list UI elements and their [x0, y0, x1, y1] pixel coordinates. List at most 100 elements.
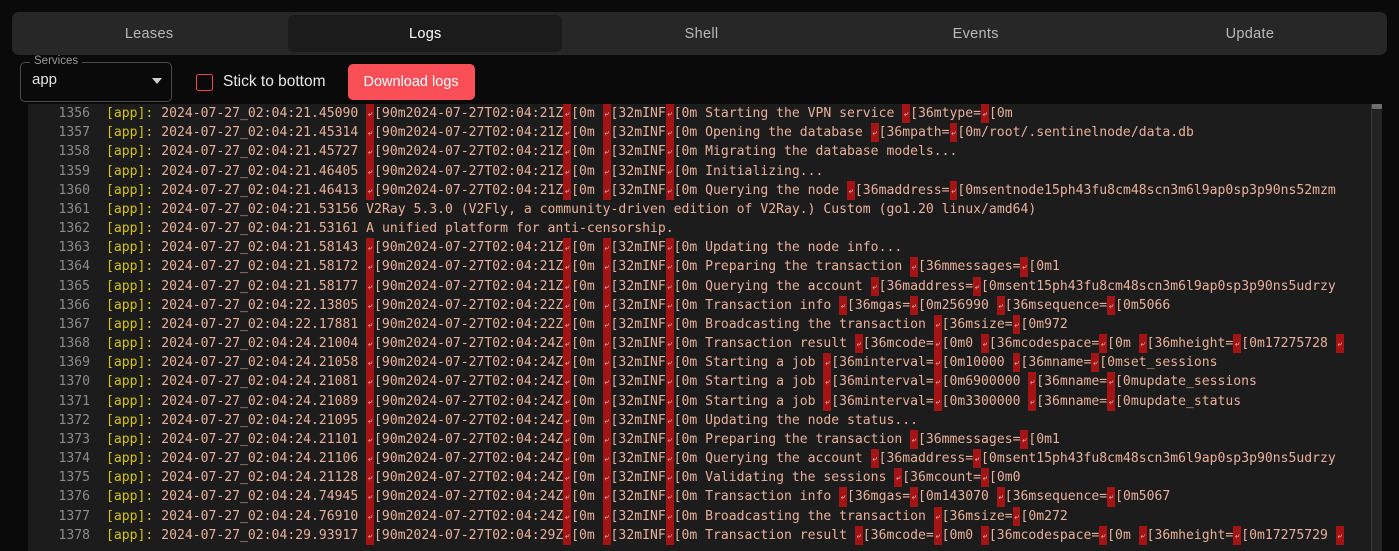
escape-char-glyph: ⤶: [563, 353, 572, 373]
escape-char-glyph: ⤶: [602, 334, 611, 354]
log-line: 1368 [app]: 2024-07-27_02:04:24.21004 ⤶ [9…: [28, 334, 1382, 354]
log-timestamp: 2024-07-27_02:04:21.53156: [153, 201, 367, 217]
services-select-label: Services: [30, 55, 83, 68]
escape-char-glyph: ⤶: [665, 429, 674, 450]
escape-char-glyph: ⤶: [823, 372, 832, 392]
escape-char-glyph: ⤶: [602, 123, 611, 143]
services-select[interactable]: Services app: [20, 55, 172, 102]
log-line: 1360 [app]: 2024-07-27_02:04:21.46413 ⤶ [9…: [28, 180, 1382, 200]
log-source-tag: [app]:: [106, 106, 154, 121]
escape-char-glyph: ⤶: [563, 410, 572, 430]
log-output-panel[interactable]: 1356 [app]: 2024-07-27_02:04:21.45090 ⤶ [9…: [28, 104, 1382, 551]
log-line-number: 1357: [58, 125, 90, 141]
escape-char-glyph: ⤶: [665, 142, 674, 162]
tab-shell[interactable]: Shell: [564, 15, 838, 52]
escape-char-glyph: ⤶: [602, 257, 611, 277]
chevron-down-icon[interactable]: [152, 78, 162, 84]
escape-char-glyph: ⤶: [1012, 506, 1021, 526]
escape-char-glyph: ⤶: [933, 353, 942, 373]
escape-char-glyph: ⤶: [665, 314, 674, 335]
log-message: ⤶ [90m2024-07-27T02:04:21Z ⤶ [0m ⤶ [32mINF ⤶[…: [366, 142, 957, 162]
log-timestamp: 2024-07-27_02:04:24.21128: [153, 470, 367, 486]
escape-char-glyph: ⤶: [602, 410, 611, 430]
log-line: 1362 [app]: 2024-07-27_02:04:21.53161 A u…: [28, 219, 1382, 238]
escape-char-glyph: ⤶: [973, 449, 982, 469]
log-line-number: 1364: [58, 259, 90, 275]
log-source-tag: [app]:: [106, 431, 154, 447]
log-line: 1375 [app]: 2024-07-27_02:04:24.21128 ⤶ [9…: [28, 468, 1382, 488]
stick-to-bottom-toggle[interactable]: Stick to bottom: [196, 73, 326, 91]
escape-char-glyph: ⤶: [602, 449, 611, 469]
log-message: ⤶ [90m2024-07-27T02:04:21Z ⤶ [0m ⤶ [32mINF ⤶[…: [366, 257, 1060, 277]
escape-char-glyph: ⤶: [902, 104, 911, 124]
log-line: 1376 [app]: 2024-07-27_02:04:24.74945 ⤶ [9…: [28, 487, 1382, 507]
escape-char-glyph: ⤶: [1099, 525, 1108, 545]
log-line-number: 1361: [58, 201, 90, 217]
log-timestamp: 2024-07-27_02:04:24.21058: [153, 355, 367, 371]
log-source-tag: [app]:: [106, 278, 154, 294]
escape-char-glyph: ⤶: [366, 391, 375, 411]
escape-char-glyph: ⤶: [602, 391, 611, 411]
log-line-number: 1363: [58, 240, 90, 256]
log-line-number: 1367: [58, 316, 90, 332]
escape-char-glyph: ⤶: [665, 372, 674, 392]
log-scrollbar-thumb[interactable]: [1372, 104, 1382, 109]
escape-char-glyph: ⤶: [366, 525, 375, 545]
log-message: ⤶ [90m2024-07-27T02:04:24Z ⤶ [0m ⤶ [32mINF ⤶[…: [366, 487, 1170, 507]
log-line-number: 1356: [58, 106, 90, 121]
escape-char-glyph: ⤶: [933, 391, 942, 411]
log-scrollbar-track[interactable]: [1372, 104, 1382, 551]
escape-char-glyph: ⤶: [1335, 334, 1344, 354]
tab-leases[interactable]: Leases: [12, 15, 286, 52]
log-line: 1361 [app]: 2024-07-27_02:04:21.53156 V2R…: [28, 200, 1382, 219]
log-timestamp: 2024-07-27_02:04:24.76910: [153, 508, 367, 524]
log-timestamp: 2024-07-27_02:04:21.46413: [153, 182, 367, 198]
escape-char-glyph: ⤶: [1233, 334, 1242, 354]
log-line-number: 1358: [58, 144, 90, 160]
tab-update[interactable]: Update: [1113, 15, 1387, 52]
escape-char-glyph: ⤶: [981, 468, 989, 488]
stick-to-bottom-checkbox[interactable]: [196, 73, 213, 91]
log-line: 1367 [app]: 2024-07-27_02:04:22.17881 ⤶ [9…: [28, 314, 1382, 335]
escape-char-glyph: ⤶: [366, 295, 375, 315]
log-line-number: 1370: [58, 374, 90, 390]
escape-char-glyph: ⤶: [665, 276, 674, 296]
escape-char-glyph: ⤶: [602, 238, 611, 258]
log-timestamp: 2024-07-27_02:04:22.17881: [153, 316, 367, 332]
escape-char-glyph: ⤶: [665, 468, 674, 488]
escape-char-glyph: ⤶: [602, 295, 611, 315]
log-timestamp: 2024-07-27_02:04:24.21089: [153, 393, 367, 409]
log-line: 1378 [app]: 2024-07-27_02:04:29.93917 ⤶ [9…: [28, 525, 1382, 545]
escape-char-glyph: ⤶: [366, 161, 375, 181]
log-timestamp: 2024-07-27_02:04:21.45727: [153, 144, 367, 160]
escape-char-glyph: ⤶: [1028, 372, 1037, 392]
log-line: 1366 [app]: 2024-07-27_02:04:22.13805 ⤶ [9…: [28, 295, 1382, 315]
download-logs-button[interactable]: Download logs: [347, 64, 475, 100]
escape-char-glyph: ⤶: [665, 238, 674, 258]
escape-char-glyph: ⤶: [870, 123, 879, 143]
escape-char-glyph: ⤶: [665, 161, 674, 181]
log-message: ⤶ [90m2024-07-27T02:04:21Z ⤶ [0m ⤶ [32mINF ⤶[…: [366, 104, 1013, 124]
log-message: ⤶ [90m2024-07-27T02:04:24Z ⤶ [0m ⤶ [32mINF ⤶[…: [366, 353, 1218, 373]
escape-char-glyph: ⤶: [1020, 257, 1029, 277]
tab-logs[interactable]: Logs: [288, 15, 563, 52]
log-timestamp: 2024-07-27_02:04:24.21081: [153, 374, 367, 390]
log-timestamp: 2024-07-27_02:04:24.21004: [153, 336, 367, 352]
log-source-tag: [app]:: [106, 451, 154, 467]
escape-char-glyph: ⤶: [1107, 487, 1116, 507]
log-source-tag: [app]:: [106, 374, 154, 390]
log-line-number: 1369: [58, 355, 90, 371]
log-source-tag: [app]:: [106, 393, 154, 409]
log-line: 1370 [app]: 2024-07-27_02:04:24.21081 ⤶ [9…: [28, 372, 1382, 392]
log-timestamp: 2024-07-27_02:04:21.45314: [153, 125, 367, 141]
log-line-number: 1362: [58, 221, 90, 237]
escape-char-glyph: ⤶: [973, 276, 982, 296]
log-line: 1365 [app]: 2024-07-27_02:04:21.58177 ⤶ [9…: [28, 276, 1382, 296]
tab-events[interactable]: Events: [839, 15, 1113, 52]
log-timestamp: 2024-07-27_02:04:21.53161: [153, 221, 367, 237]
log-message: ⤶ [90m2024-07-27T02:04:21Z ⤶ [0m ⤶ [32mINF ⤶[…: [366, 123, 1194, 143]
escape-char-glyph: ⤶: [602, 276, 611, 296]
escape-char-glyph: ⤶: [910, 487, 918, 507]
escape-char-glyph: ⤶: [563, 276, 572, 296]
log-source-tag: [app]:: [106, 527, 154, 543]
